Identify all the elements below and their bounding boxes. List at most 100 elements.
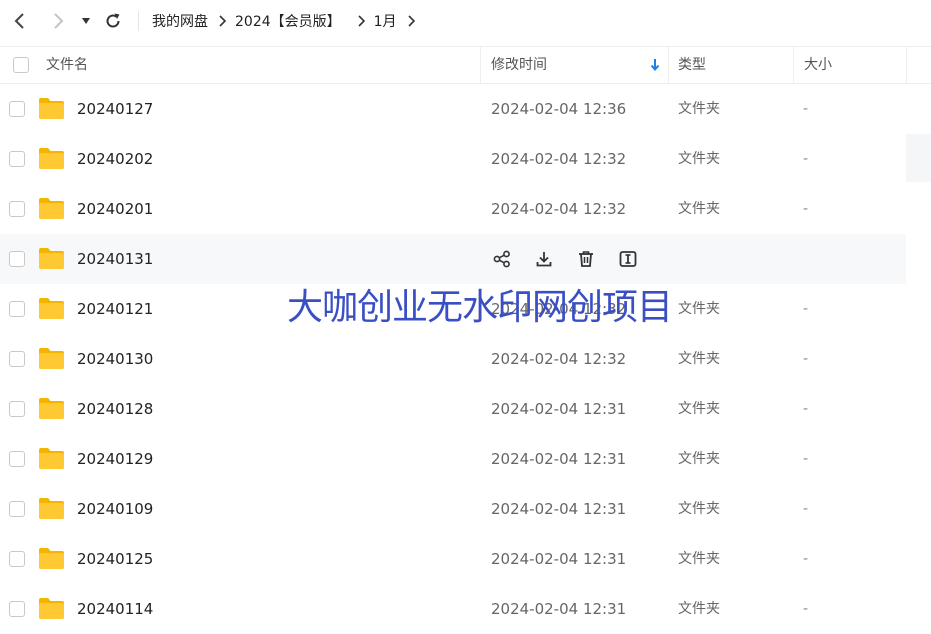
side-panel-handle[interactable] — [906, 134, 931, 182]
file-name[interactable]: 20240127 — [77, 84, 153, 134]
table-row[interactable]: 20240109 2024-02-04 12:31 文件夹 - — [0, 484, 906, 534]
column-divider — [906, 47, 907, 83]
column-divider — [793, 47, 794, 83]
table-row[interactable]: 20240127 2024-02-04 12:36 文件夹 - — [0, 84, 906, 134]
row-checkbox[interactable] — [9, 251, 25, 267]
breadcrumb-item-2024[interactable]: 2024【会员版】 — [235, 11, 341, 31]
row-checkbox[interactable] — [9, 151, 25, 167]
file-modified: 2024-02-04 12:31 — [491, 550, 627, 568]
file-size: - — [803, 601, 809, 617]
file-size: - — [803, 101, 809, 117]
file-modified: 2024-02-04 12:31 — [491, 400, 627, 418]
column-header-modified[interactable]: 修改时间 — [491, 47, 547, 83]
file-type: 文件夹 — [678, 101, 720, 117]
row-actions — [491, 234, 659, 284]
file-name[interactable]: 20240114 — [77, 584, 153, 634]
back-button[interactable] — [7, 8, 31, 34]
breadcrumb-item-root[interactable]: 我的网盘 — [152, 11, 208, 31]
delete-button[interactable] — [575, 248, 597, 270]
file-size: - — [803, 201, 809, 217]
file-size: - — [803, 301, 809, 317]
file-type: 文件夹 — [678, 201, 720, 217]
file-type: 文件夹 — [678, 351, 720, 367]
file-size: - — [803, 451, 809, 467]
file-name[interactable]: 20240130 — [77, 334, 153, 384]
file-type: 文件夹 — [678, 551, 720, 567]
table-row[interactable]: 20240129 2024-02-04 12:31 文件夹 - — [0, 434, 906, 484]
download-icon — [535, 250, 553, 268]
table-row[interactable]: 20240128 2024-02-04 12:31 文件夹 - — [0, 384, 906, 434]
folder-icon — [39, 248, 64, 269]
column-header-size[interactable]: 大小 — [804, 47, 832, 83]
file-name[interactable]: 20240131 — [77, 234, 153, 284]
chevron-left-icon — [14, 13, 24, 29]
row-checkbox[interactable] — [9, 101, 25, 117]
file-modified: 2024-02-04 12:32 — [491, 150, 627, 168]
chevron-right-icon — [54, 13, 64, 29]
file-size: - — [803, 151, 809, 167]
table-row[interactable]: 20240201 2024-02-04 12:32 文件夹 - — [0, 184, 906, 234]
row-checkbox[interactable] — [9, 401, 25, 417]
file-name[interactable]: 20240125 — [77, 534, 153, 584]
table-row[interactable]: 20240131 — [0, 234, 906, 284]
file-size: - — [803, 551, 809, 567]
folder-icon — [39, 548, 64, 569]
folder-icon — [39, 98, 64, 119]
rename-icon — [619, 250, 637, 268]
file-modified: 2024-02-04 12:31 — [491, 500, 627, 518]
share-button[interactable] — [491, 248, 513, 270]
table-row[interactable]: 20240114 2024-02-04 12:31 文件夹 - — [0, 584, 906, 634]
row-checkbox[interactable] — [9, 551, 25, 567]
file-name[interactable]: 20240109 — [77, 484, 153, 534]
caret-down-icon — [82, 18, 90, 24]
column-divider — [480, 47, 481, 83]
table-row[interactable]: 20240125 2024-02-04 12:31 文件夹 - — [0, 534, 906, 584]
file-modified: 2024-02-04 12:32 — [491, 350, 627, 368]
history-dropdown-button[interactable] — [76, 8, 96, 34]
file-type: 文件夹 — [678, 501, 720, 517]
row-checkbox[interactable] — [9, 501, 25, 517]
file-name[interactable]: 20240121 — [77, 284, 153, 334]
download-button[interactable] — [533, 248, 555, 270]
column-header-name[interactable]: 文件名 — [46, 47, 88, 83]
file-size: - — [803, 501, 809, 517]
table-row[interactable]: 20240130 2024-02-04 12:32 文件夹 - — [0, 334, 906, 384]
folder-icon — [39, 298, 64, 319]
folder-icon — [39, 198, 64, 219]
row-checkbox[interactable] — [9, 351, 25, 367]
row-checkbox[interactable] — [9, 601, 25, 617]
rename-button[interactable] — [617, 248, 639, 270]
file-type: 文件夹 — [678, 451, 720, 467]
share-icon — [493, 250, 511, 268]
folder-icon — [39, 348, 64, 369]
refresh-icon — [106, 13, 120, 28]
folder-icon — [39, 148, 64, 169]
file-modified: 2024-02-04 12:31 — [491, 600, 627, 618]
refresh-button[interactable] — [101, 8, 125, 34]
file-size: - — [803, 351, 809, 367]
file-modified: 2024-02-04 12:36 — [491, 100, 627, 118]
file-list-header: 文件名 修改时间 类型 大小 — [0, 46, 931, 84]
sort-descending-icon[interactable] — [650, 58, 660, 76]
chevron-right-icon — [357, 15, 365, 27]
select-all-checkbox[interactable] — [13, 57, 29, 73]
row-checkbox[interactable] — [9, 301, 25, 317]
table-row[interactable]: 20240202 2024-02-04 12:32 文件夹 - — [0, 134, 906, 184]
folder-icon — [39, 498, 64, 519]
file-name[interactable]: 20240201 — [77, 184, 153, 234]
toolbar-separator — [138, 11, 139, 31]
breadcrumb: 我的网盘 2024【会员版】 1月 — [152, 0, 424, 42]
breadcrumb-item-current[interactable]: 1月 — [374, 11, 397, 31]
file-name[interactable]: 20240128 — [77, 384, 153, 434]
watermark-text: 大咖创业无水印网创项目 — [287, 287, 673, 328]
file-name[interactable]: 20240202 — [77, 134, 153, 184]
column-header-type[interactable]: 类型 — [678, 47, 706, 83]
file-modified: 2024-02-04 12:31 — [491, 450, 627, 468]
file-type: 文件夹 — [678, 401, 720, 417]
file-name[interactable]: 20240129 — [77, 434, 153, 484]
forward-button[interactable] — [47, 8, 71, 34]
row-checkbox[interactable] — [9, 451, 25, 467]
folder-icon — [39, 598, 64, 619]
row-checkbox[interactable] — [9, 201, 25, 217]
toolbar: 我的网盘 2024【会员版】 1月 — [0, 0, 931, 42]
